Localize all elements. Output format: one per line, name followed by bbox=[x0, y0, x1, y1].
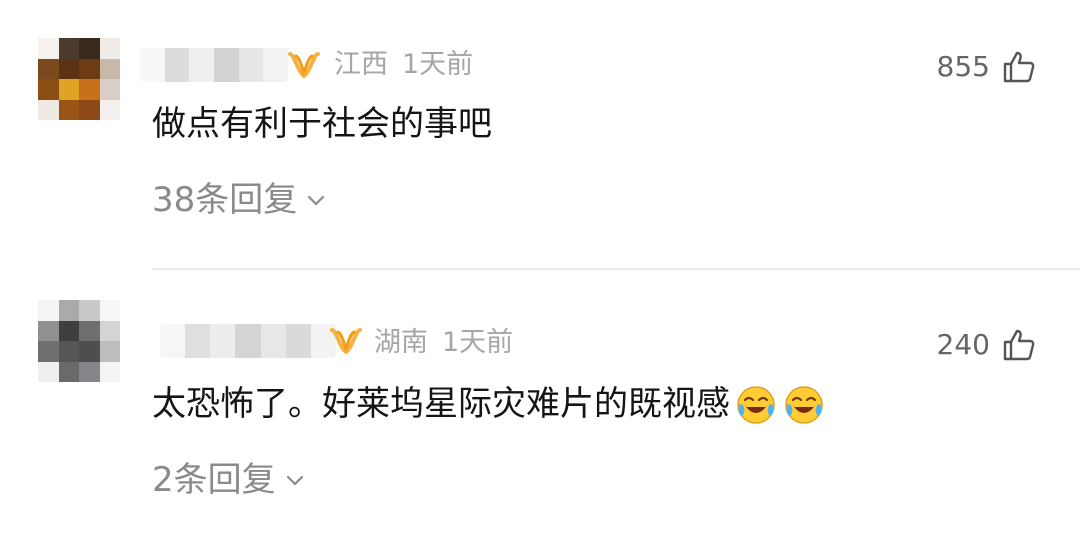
avatar-mosaic-cell bbox=[38, 38, 59, 59]
comment-text: 做点有利于社会的事吧 bbox=[152, 104, 492, 144]
username-blurred[interactable] bbox=[160, 324, 336, 358]
avatar-mosaic-cell bbox=[38, 58, 59, 79]
avatar-mosaic-cell bbox=[79, 38, 100, 59]
chevron-down-icon bbox=[308, 195, 325, 206]
avatar-mosaic-cell bbox=[79, 99, 100, 120]
comment-text: 太恐怖了。好莱坞星际灾难片的既视感 bbox=[152, 382, 826, 426]
avatar-mosaic-cell bbox=[58, 300, 79, 321]
avatar-mosaic-cell bbox=[58, 38, 79, 59]
avatar-mosaic-cell bbox=[79, 300, 100, 321]
avatar[interactable] bbox=[38, 300, 120, 382]
like-count: 855 bbox=[936, 50, 990, 83]
avatar-mosaic-cell bbox=[38, 79, 59, 100]
avatar-mosaic-cell bbox=[79, 361, 100, 382]
avatar-mosaic-cell bbox=[58, 320, 79, 341]
thumbs-up-icon bbox=[1003, 51, 1035, 83]
avatar-mosaic-cell bbox=[79, 320, 100, 341]
avatar-mosaic-cell bbox=[99, 320, 120, 341]
timestamp: 1天前 bbox=[442, 327, 514, 358]
avatar-mosaic-cell bbox=[38, 320, 59, 341]
username-blurred[interactable] bbox=[140, 48, 288, 82]
avatar-mosaic-cell bbox=[38, 361, 59, 382]
vip-badge-icon bbox=[330, 328, 362, 355]
comment-item: 湖南 1天前 240 太恐怖了。好莱坞星际灾难片的既视感 2条回复 bbox=[0, 270, 1080, 539]
avatar-mosaic-cell bbox=[99, 58, 120, 79]
like-count: 240 bbox=[936, 328, 990, 361]
avatar-mosaic-cell bbox=[79, 341, 100, 362]
vip-badge-icon bbox=[288, 52, 320, 79]
view-replies-button[interactable]: 38条回复 bbox=[152, 178, 327, 222]
chevron-down-icon bbox=[286, 475, 303, 486]
thumbs-up-icon bbox=[1003, 329, 1035, 361]
comment-meta: 湖南 1天前 bbox=[374, 326, 513, 360]
laugh-cry-emoji bbox=[785, 386, 823, 424]
avatar-mosaic-cell bbox=[99, 99, 120, 120]
avatar-mosaic-cell bbox=[99, 361, 120, 382]
location-label: 湖南 bbox=[374, 327, 428, 358]
view-replies-button[interactable]: 2条回复 bbox=[152, 458, 306, 502]
comment-item: 江西 1天前 855 做点有利于社会的事吧 38条回复 bbox=[0, 0, 1080, 268]
avatar-mosaic-cell bbox=[58, 361, 79, 382]
laugh-cry-emoji bbox=[737, 386, 775, 424]
avatar-mosaic-cell bbox=[38, 300, 59, 321]
like-button[interactable]: 855 bbox=[937, 50, 1036, 84]
avatar-mosaic-cell bbox=[79, 58, 100, 79]
like-button[interactable]: 240 bbox=[937, 328, 1036, 362]
avatar-mosaic-cell bbox=[58, 341, 79, 362]
avatar-mosaic-cell bbox=[99, 341, 120, 362]
avatar-mosaic-cell bbox=[58, 99, 79, 120]
avatar-mosaic-cell bbox=[58, 58, 79, 79]
avatar-mosaic-cell bbox=[79, 79, 100, 100]
avatar-mosaic-cell bbox=[99, 79, 120, 100]
avatar-mosaic-cell bbox=[38, 341, 59, 362]
comment-meta: 江西 1天前 bbox=[334, 48, 473, 82]
avatar-mosaic-cell bbox=[58, 79, 79, 100]
avatar-mosaic-cell bbox=[99, 300, 120, 321]
avatar-mosaic-cell bbox=[38, 99, 59, 120]
location-label: 江西 bbox=[334, 49, 388, 80]
avatar[interactable] bbox=[38, 38, 120, 120]
avatar-mosaic-cell bbox=[99, 38, 120, 59]
timestamp: 1天前 bbox=[402, 49, 474, 80]
